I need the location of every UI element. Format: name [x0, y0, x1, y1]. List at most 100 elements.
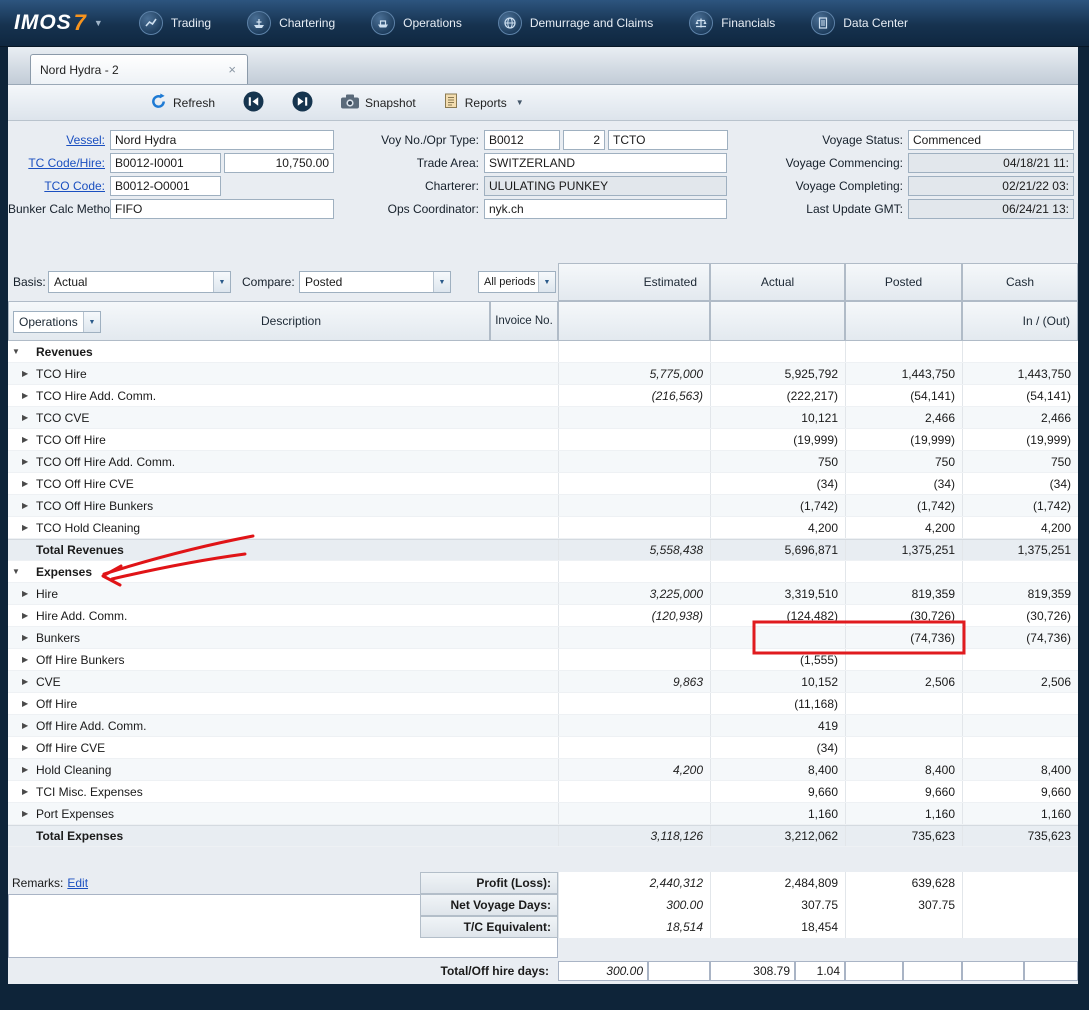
basis-dropdown[interactable]: Actual ▼: [48, 271, 231, 293]
pnl-row[interactable]: ▶Port Expenses1,1601,1601,160: [8, 803, 1078, 825]
remarks-edit-link[interactable]: Edit: [67, 876, 88, 890]
voyage-seq-field[interactable]: 2: [563, 130, 605, 150]
reports-button[interactable]: Reports ▼: [444, 93, 524, 112]
expand-icon[interactable]: ▶: [22, 413, 34, 422]
compare-dropdown[interactable]: Posted ▼: [299, 271, 451, 293]
tco-code-label-link[interactable]: TCO Code:: [44, 179, 105, 193]
posted-cell: [845, 693, 962, 714]
expand-icon[interactable]: ▶: [22, 743, 34, 752]
actual-cell: (124,482): [710, 605, 845, 626]
row-label: Off Hire CVE: [36, 741, 105, 755]
pnl-row[interactable]: ▶Hold Cleaning4,2008,4008,4008,400: [8, 759, 1078, 781]
pnl-row[interactable]: ▶TCO Hire Add. Comm.(216,563)(222,217)(5…: [8, 385, 1078, 407]
pnl-row[interactable]: ▶TCO Off Hire(19,999)(19,999)(19,999): [8, 429, 1078, 451]
refresh-button[interactable]: Refresh: [150, 93, 215, 113]
voyage-commencing-label: Voyage Commencing:: [748, 156, 908, 170]
close-icon[interactable]: ×: [226, 62, 238, 77]
posted-cell: 750: [845, 451, 962, 472]
pnl-row[interactable]: ▶TCO Hold Cleaning4,2004,2004,200: [8, 517, 1078, 539]
vessel-field[interactable]: Nord Hydra: [110, 130, 334, 150]
pnl-row[interactable]: ▶Hire Add. Comm.(120,938)(124,482)(30,72…: [8, 605, 1078, 627]
row-description: ▶TCO Hire: [8, 363, 490, 384]
row-label: Hire: [36, 587, 58, 601]
tc-hire-rate-field[interactable]: 10,750.00: [224, 153, 334, 173]
document-icon: [811, 11, 835, 35]
nav-item-operations[interactable]: Operations: [371, 11, 462, 35]
pnl-row[interactable]: ▶TCO CVE10,1212,4662,466: [8, 407, 1078, 429]
expand-icon[interactable]: ▶: [22, 633, 34, 642]
net-voyage-days-cash: [962, 894, 1078, 916]
tc-code-hire-label-link[interactable]: TC Code/Hire:: [28, 156, 105, 170]
nav-item-financials[interactable]: Financials: [689, 11, 775, 35]
pnl-row[interactable]: ▶Hire3,225,0003,319,510819,359819,359: [8, 583, 1078, 605]
expand-icon[interactable]: ▶: [22, 369, 34, 378]
expand-icon[interactable]: ▶: [22, 435, 34, 444]
row-description: ▶TCO Off Hire CVE: [8, 473, 490, 494]
trade-area-field[interactable]: SWITZERLAND: [484, 153, 727, 173]
expand-icon[interactable]: ▶: [22, 501, 34, 510]
pnl-row[interactable]: ▶TCO Off Hire Bunkers(1,742)(1,742)(1,74…: [8, 495, 1078, 517]
posted-cell: (54,141): [845, 385, 962, 406]
actual-cell: (1,555): [710, 649, 845, 670]
expand-icon[interactable]: ▶: [22, 655, 34, 664]
expand-icon[interactable]: ▶: [22, 765, 34, 774]
nav-item-data-center[interactable]: Data Center: [811, 11, 908, 35]
vessel-label-link[interactable]: Vessel:: [66, 133, 105, 147]
pnl-row[interactable]: ▶TCO Off Hire CVE(34)(34)(34): [8, 473, 1078, 495]
chevron-down-icon: ▼: [516, 98, 524, 107]
collapse-icon[interactable]: ▼: [12, 347, 24, 356]
expand-icon[interactable]: ▶: [22, 479, 34, 488]
tc-code-field[interactable]: B0012-I0001: [110, 153, 221, 173]
pnl-row[interactable]: ▶Off Hire Bunkers(1,555): [8, 649, 1078, 671]
imos-logo[interactable]: IMOS 7 ▼: [14, 10, 103, 36]
expand-icon[interactable]: ▶: [22, 589, 34, 598]
actual-cell: [710, 341, 845, 362]
expand-icon[interactable]: ▶: [22, 809, 34, 818]
posted-cell: [845, 649, 962, 670]
bunker-calc-method-field[interactable]: FIFO: [110, 199, 334, 219]
nav-item-label: Operations: [403, 16, 462, 30]
voy-no-opr-type-label: Voy No./Opr Type:: [360, 133, 484, 147]
tab-nord-hydra-2[interactable]: Nord Hydra - 2 ×: [30, 54, 248, 84]
pnl-section-row[interactable]: ▼Revenues: [8, 341, 1078, 363]
pnl-section-row[interactable]: ▼Expenses: [8, 561, 1078, 583]
nav-item-demurrage-claims[interactable]: Demurrage and Claims: [498, 11, 653, 35]
opr-type-field[interactable]: TCTO: [608, 130, 728, 150]
pnl-row[interactable]: ▶TCI Misc. Expenses9,6609,6609,660: [8, 781, 1078, 803]
row-label: TCO Hire: [36, 367, 87, 381]
posted-cell: 735,623: [845, 826, 962, 846]
expand-icon[interactable]: ▶: [22, 699, 34, 708]
nav-item-trading[interactable]: Trading: [139, 11, 211, 35]
periods-dropdown[interactable]: All periods ▼: [478, 271, 556, 293]
expand-icon[interactable]: ▶: [22, 677, 34, 686]
operations-dropdown[interactable]: Operations ▼: [13, 311, 101, 333]
pnl-row[interactable]: ▶Bunkers(74,736)(74,736): [8, 627, 1078, 649]
voyage-number-field[interactable]: B0012: [484, 130, 560, 150]
expand-icon[interactable]: ▶: [22, 523, 34, 532]
profit-loss-label: Profit (Loss):: [420, 872, 558, 894]
pnl-row[interactable]: ▶Off Hire CVE(34): [8, 737, 1078, 759]
voyage-status-field[interactable]: Commenced: [908, 130, 1074, 150]
tco-code-field[interactable]: B0012-O0001: [110, 176, 221, 196]
expand-icon[interactable]: ▶: [22, 611, 34, 620]
nav-item-chartering[interactable]: Chartering: [247, 11, 335, 35]
collapse-icon[interactable]: ▼: [12, 567, 24, 576]
remarks-box-area: [8, 916, 420, 938]
expand-icon[interactable]: ▶: [22, 457, 34, 466]
pnl-row[interactable]: ▶Off Hire Add. Comm.419: [8, 715, 1078, 737]
column-subheader-actual: [710, 301, 845, 341]
cash-cell: 4,200: [962, 517, 1078, 538]
cash-cell: 1,375,251: [962, 540, 1078, 560]
snapshot-button[interactable]: Snapshot: [341, 94, 416, 112]
expand-icon[interactable]: ▶: [22, 787, 34, 796]
expand-icon[interactable]: ▶: [22, 391, 34, 400]
ops-coordinator-field[interactable]: nyk.ch: [484, 199, 727, 219]
pnl-row[interactable]: ▶Off Hire(11,168): [8, 693, 1078, 715]
pnl-row[interactable]: ▶TCO Hire5,775,0005,925,7921,443,7501,44…: [8, 363, 1078, 385]
previous-voyage-button[interactable]: [243, 91, 264, 115]
next-voyage-button[interactable]: [292, 91, 313, 115]
expand-icon[interactable]: ▶: [22, 721, 34, 730]
estimated-cell: 3,225,000: [558, 583, 710, 604]
pnl-row[interactable]: ▶CVE9,86310,1522,5062,506: [8, 671, 1078, 693]
pnl-row[interactable]: ▶TCO Off Hire Add. Comm.750750750: [8, 451, 1078, 473]
